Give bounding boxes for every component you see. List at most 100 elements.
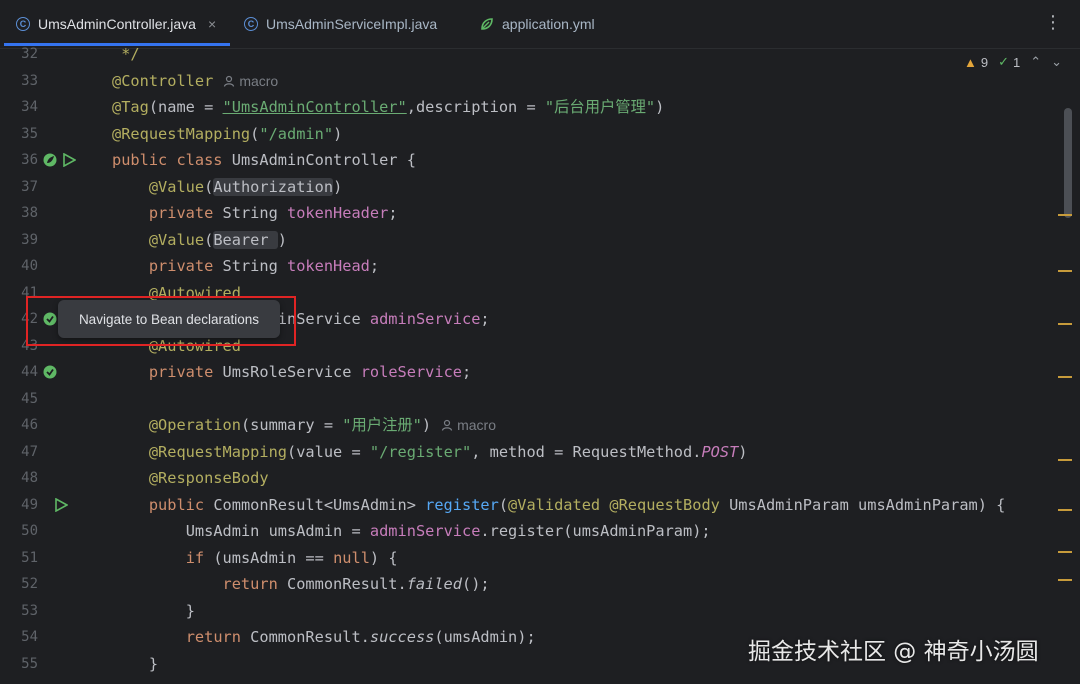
tab-label: application.yml (502, 16, 595, 32)
code-text: if (umsAdmin == null) { (112, 545, 398, 572)
warning-stripe-marker[interactable] (1058, 579, 1072, 581)
code-line: 47 @RequestMapping(value = "/register", … (0, 439, 1060, 466)
folded-value[interactable]: Authorization (213, 177, 334, 196)
user-icon (441, 419, 453, 431)
line-number: 46 (21, 417, 38, 433)
line-number: 53 (21, 602, 38, 619)
vertical-scrollbar-thumb[interactable] (1064, 108, 1072, 218)
code-token: UmsAdminController { (231, 151, 416, 169)
field-name: tokenHeader (287, 204, 389, 222)
warning-stripe-marker[interactable] (1058, 509, 1072, 511)
code-token: } (148, 654, 159, 673)
code-text: @Controller macro (112, 68, 278, 95)
annotation: @Value (148, 177, 205, 196)
code-text: private String tokenHeader; (112, 200, 398, 227)
line-number: 44 (21, 364, 38, 380)
code-line: 45 (0, 386, 1060, 413)
keyword: public (148, 495, 214, 514)
field-name: tokenHead (287, 257, 370, 275)
code-text: public class UmsAdminController { (112, 147, 416, 174)
warning-stripe-marker[interactable] (1058, 551, 1072, 553)
warning-stripe-marker[interactable] (1058, 323, 1072, 325)
yaml-leaf-icon (481, 18, 493, 30)
run-icon[interactable] (54, 497, 68, 512)
annotation: @Controller (112, 71, 214, 90)
code-editor[interactable]: 32 */ 33 @Controller macro 34 @Tag(name =… (0, 45, 1080, 684)
keyword: return (222, 575, 287, 593)
code-token: ( (204, 177, 214, 196)
tab-label: UmsAdminServiceImpl.java (266, 16, 438, 32)
warning-stripe-marker[interactable] (1058, 459, 1072, 461)
spring-bean-gutter-icon[interactable] (43, 153, 57, 167)
static-method: failed (406, 575, 462, 593)
code-token: ; (480, 310, 490, 328)
inspection-widget[interactable]: ▲ 9 ✓ 1 ⌃ ⌄ (964, 54, 1062, 70)
more-options-icon[interactable]: ⋮ (1044, 12, 1062, 33)
code-line: 49 public CommonResult<UmsAdmin> registe… (0, 492, 1060, 519)
line-number: 51 (21, 549, 38, 566)
previous-highlight-icon[interactable]: ⌃ (1030, 54, 1041, 70)
line-number: 34 (21, 99, 38, 115)
warning-count: 9 (980, 54, 989, 70)
close-tab-icon[interactable]: × (208, 16, 216, 32)
code-text: return CommonResult.success(umsAdmin); (112, 624, 536, 651)
code-line: 50 UmsAdmin umsAdmin = adminService.regi… (0, 518, 1060, 545)
check-count: 1 (1013, 54, 1021, 70)
field-name: adminService (369, 310, 481, 328)
line-number: 47 (21, 443, 38, 460)
next-highlight-icon[interactable]: ⌄ (1051, 54, 1062, 70)
string-literal: "/admin" (259, 124, 334, 143)
code-line: 34 @Tag(name = "UmsAdminController",desc… (0, 94, 1060, 121)
warning-stripe-marker[interactable] (1058, 270, 1072, 272)
code-token: ( (498, 495, 509, 514)
code-token: ) { (369, 548, 398, 567)
warning-stripe-marker[interactable] (1058, 214, 1072, 216)
keyword: return (185, 628, 251, 646)
line-number: 55 (21, 655, 38, 672)
string-literal: "后台用户管理" (544, 98, 656, 116)
code-token: ( (250, 124, 260, 143)
keyword: null (333, 548, 370, 567)
code-token: .register(umsAdminParam); (480, 522, 711, 540)
annotation: @RequestMapping (148, 442, 287, 461)
line-number: 39 (21, 231, 38, 248)
code-token: ( (204, 230, 214, 249)
check-icon: ✓ (998, 54, 1010, 69)
author-hint[interactable]: macro (223, 73, 278, 89)
author-hint[interactable]: macro (441, 417, 496, 433)
code-token: CommonResult. (286, 575, 407, 593)
code-line: 36 public class UmsAdminController { (0, 147, 1060, 174)
line-number: 54 (21, 629, 38, 645)
warning-stripe-marker[interactable] (1058, 376, 1072, 378)
code-line: 37 @Value(Authorization) (0, 174, 1060, 201)
code-text: @RequestMapping("/admin") (112, 121, 342, 148)
run-icon[interactable] (62, 153, 76, 167)
code-line: 46 @Operation(summary = "用户注册") macro (0, 412, 1060, 439)
code-line: 51 if (umsAdmin == null) { (0, 545, 1060, 572)
code-line: 33 @Controller macro (0, 68, 1060, 95)
annotation: @RequestMapping (112, 124, 251, 143)
code-token: CommonResult. (250, 628, 370, 646)
spring-bean-gutter-icon[interactable] (43, 365, 57, 379)
string-literal: "UmsAdminController" (222, 98, 407, 116)
code-token: ) (277, 230, 288, 249)
tab-label: UmsAdminController.java (38, 16, 196, 32)
code-token: (summary = (240, 416, 343, 434)
code-token: (name = (148, 98, 223, 116)
code-text: UmsAdmin umsAdmin = adminService.registe… (112, 518, 711, 545)
code-line: 48 @ResponseBody (0, 465, 1060, 492)
code-text: @Value(Authorization) (112, 174, 342, 201)
folded-value[interactable]: Bearer (213, 230, 278, 249)
line-number: 48 (21, 470, 38, 486)
